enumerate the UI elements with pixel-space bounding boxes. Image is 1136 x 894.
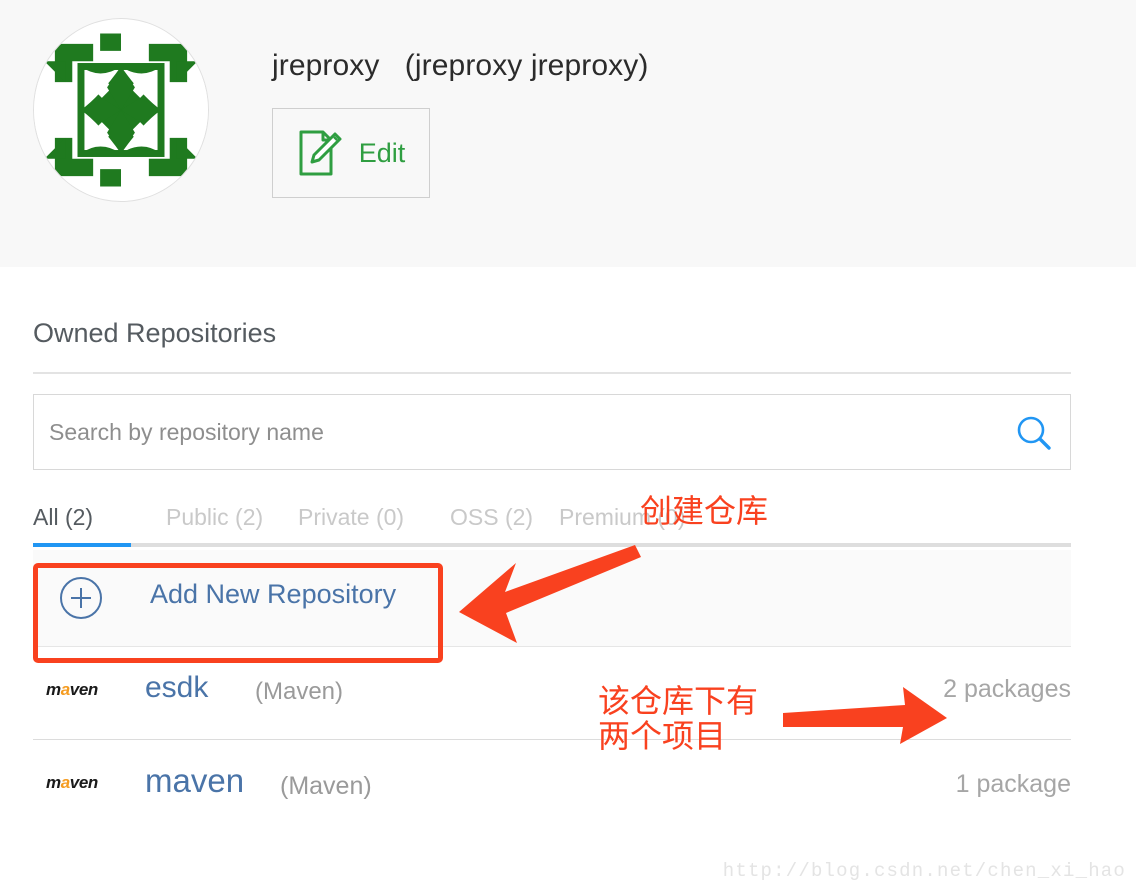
page-title: jreproxy (jreproxy jreproxy) bbox=[272, 49, 649, 82]
search-icon bbox=[1017, 416, 1051, 450]
active-tab-indicator bbox=[33, 543, 131, 547]
tab-rail bbox=[33, 543, 1071, 547]
heading-divider bbox=[33, 372, 1071, 374]
main-content: Owned Repositories All (2) Public (2) Pr… bbox=[0, 267, 1136, 894]
identicon-avatar-icon bbox=[34, 23, 208, 197]
tab-oss[interactable]: OSS (2) bbox=[450, 502, 533, 532]
edit-button-label: Edit bbox=[358, 137, 406, 168]
profile-header-band: jreproxy (jreproxy jreproxy) Edit bbox=[0, 0, 1136, 267]
table-row[interactable]: maven maven (Maven) 1 package bbox=[33, 740, 1071, 833]
maven-logo-icon: maven bbox=[46, 773, 98, 792]
search-input[interactable] bbox=[49, 395, 999, 469]
plus-circle-icon bbox=[60, 577, 102, 619]
repository-name-link[interactable]: maven bbox=[145, 762, 244, 800]
repository-type: (Maven) bbox=[280, 772, 372, 800]
add-new-repository-row[interactable]: Add New Repository bbox=[33, 550, 1071, 647]
edit-pencil-icon bbox=[299, 130, 342, 176]
tab-public[interactable]: Public (2) bbox=[166, 502, 263, 532]
watermark: http://blog.csdn.net/chen_xi_hao bbox=[722, 860, 1126, 882]
tab-all[interactable]: All (2) bbox=[33, 502, 93, 532]
repository-package-count: 2 packages bbox=[943, 675, 1071, 703]
search-bar[interactable] bbox=[33, 394, 1071, 470]
search-button[interactable] bbox=[1014, 414, 1054, 454]
tab-premium[interactable]: Premium (0) bbox=[559, 502, 686, 532]
maven-logo-icon: maven bbox=[46, 680, 98, 699]
tab-private[interactable]: Private (0) bbox=[298, 502, 404, 532]
repository-name-link[interactable]: esdk bbox=[145, 671, 208, 705]
avatar bbox=[33, 18, 209, 202]
add-new-repository-label: Add New Repository bbox=[150, 579, 397, 609]
repository-package-count: 1 package bbox=[955, 770, 1071, 798]
edit-button[interactable]: Edit bbox=[272, 108, 430, 198]
repository-type: (Maven) bbox=[255, 678, 344, 705]
table-row[interactable]: maven esdk (Maven) 2 packages bbox=[33, 647, 1071, 740]
owned-repositories-heading: Owned Repositories bbox=[33, 318, 277, 348]
